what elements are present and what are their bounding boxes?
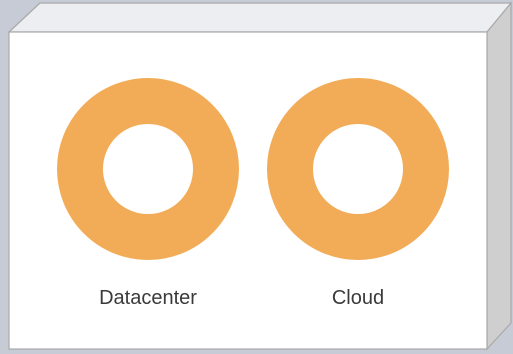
cloud-label: Cloud (331, 287, 385, 309)
diagram-canvas: Datacenter Cloud (0, 0, 513, 354)
box-top-face (7, 2, 513, 33)
datacenter-label: Datacenter (99, 287, 197, 309)
box-side-face (486, 1, 512, 351)
